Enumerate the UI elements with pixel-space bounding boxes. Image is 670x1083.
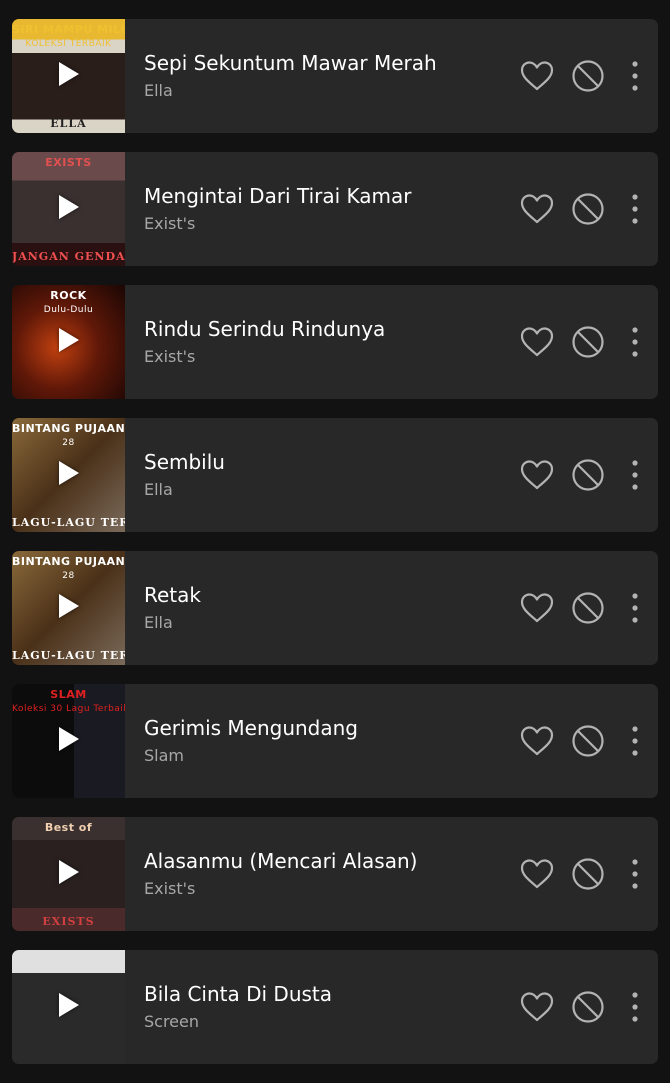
- track-actions: [508, 684, 658, 798]
- album-art-top-text: ROCK: [50, 289, 87, 302]
- play-icon[interactable]: [59, 993, 79, 1017]
- album-art[interactable]: SLAM Koleksi 30 Lagu Terbaik: [12, 684, 125, 798]
- album-art-bottom-text: EXISTS: [42, 915, 95, 928]
- track-actions: [508, 950, 658, 1064]
- track-artist[interactable]: Exist's: [144, 879, 508, 899]
- block-icon[interactable]: [569, 57, 607, 95]
- heart-icon[interactable]: [518, 722, 556, 760]
- more-vertical-icon[interactable]: [620, 57, 650, 95]
- album-art[interactable]: ROCK Dulu-Dulu: [12, 285, 125, 399]
- track-artist[interactable]: Slam: [144, 746, 508, 766]
- track-row[interactable]: SLAM Koleksi 30 Lagu Terbaik Gerimis Men…: [12, 684, 658, 798]
- play-icon[interactable]: [59, 328, 79, 352]
- track-info: Alasanmu (Mencari Alasan) Exist's: [125, 849, 508, 899]
- play-icon[interactable]: [59, 727, 79, 751]
- play-icon[interactable]: [59, 461, 79, 485]
- album-art[interactable]: [12, 950, 125, 1064]
- album-art-bottom-text: JANGAN GENDAR: [12, 250, 125, 263]
- track-info: Mengintai Dari Tirai Kamar Exist's: [125, 184, 508, 234]
- more-vertical-icon[interactable]: [620, 988, 650, 1026]
- track-artist[interactable]: Ella: [144, 613, 508, 633]
- track-title: Mengintai Dari Tirai Kamar: [144, 184, 412, 208]
- block-icon[interactable]: [569, 190, 607, 228]
- heart-icon[interactable]: [518, 57, 556, 95]
- track-row[interactable]: Bila Cinta Di Dusta Screen: [12, 950, 658, 1064]
- track-actions: [508, 19, 658, 133]
- heart-icon[interactable]: [518, 190, 556, 228]
- track-row[interactable]: Best of EXISTS Alasanmu (Mencari Alasan)…: [12, 817, 658, 931]
- album-art-top-text: Best of: [44, 821, 93, 834]
- album-art-top-text: BINTANG PUJAAN: [12, 555, 125, 568]
- heart-icon[interactable]: [518, 589, 556, 627]
- track-actions: [508, 285, 658, 399]
- album-art-sub-text: KOLEKSI TERBAIK: [25, 39, 112, 49]
- album-art-bottom-text: LAGU-LAGU TERBAIK: [12, 516, 125, 529]
- album-art-sub-text: Koleksi 30 Lagu Terbaik: [12, 704, 125, 714]
- play-icon[interactable]: [59, 195, 79, 219]
- album-art-top-text: SIRI MAMPU MILIKI: [12, 23, 125, 36]
- track-title: Alasanmu (Mencari Alasan): [144, 849, 418, 873]
- track-list: SIRI MAMPU MILIKI KOLEKSI TERBAIK ELLA S…: [12, 19, 658, 1083]
- album-art-top-text: BINTANG PUJAAN: [12, 422, 125, 435]
- track-title: Retak: [144, 583, 201, 607]
- heart-icon[interactable]: [518, 456, 556, 494]
- block-icon[interactable]: [569, 456, 607, 494]
- play-icon[interactable]: [59, 860, 79, 884]
- block-icon[interactable]: [569, 855, 607, 893]
- track-actions: [508, 817, 658, 931]
- track-title: Bila Cinta Di Dusta: [144, 982, 333, 1006]
- track-actions: [508, 152, 658, 266]
- track-title: Gerimis Mengundang: [144, 716, 359, 740]
- track-artist[interactable]: Exist's: [144, 347, 508, 367]
- track-title: Sembilu: [144, 450, 225, 474]
- play-icon[interactable]: [59, 62, 79, 86]
- track-artist[interactable]: Exist's: [144, 214, 508, 234]
- album-art-sub-text: 28: [62, 571, 75, 581]
- album-art[interactable]: Best of EXISTS: [12, 817, 125, 931]
- album-art[interactable]: EXISTS JANGAN GENDAR: [12, 152, 125, 266]
- track-actions: [508, 418, 658, 532]
- track-info: Rindu Serindu Rindunya Exist's: [125, 317, 508, 367]
- track-title: Sepi Sekuntum Mawar Merah: [144, 51, 437, 75]
- track-artist[interactable]: Ella: [144, 81, 508, 101]
- track-info: Sepi Sekuntum Mawar Merah Ella: [125, 51, 508, 101]
- track-row[interactable]: EXISTS JANGAN GENDAR Mengintai Dari Tira…: [12, 152, 658, 266]
- more-vertical-icon[interactable]: [620, 722, 650, 760]
- track-actions: [508, 551, 658, 665]
- heart-icon[interactable]: [518, 855, 556, 893]
- more-vertical-icon[interactable]: [620, 190, 650, 228]
- track-row[interactable]: SIRI MAMPU MILIKI KOLEKSI TERBAIK ELLA S…: [12, 19, 658, 133]
- album-art-sub-text: 28: [62, 438, 75, 448]
- track-row[interactable]: BINTANG PUJAAN 28 LAGU-LAGU TERBAIK Semb…: [12, 418, 658, 532]
- track-title: Rindu Serindu Rindunya: [144, 317, 386, 341]
- track-artist[interactable]: Screen: [144, 1012, 508, 1032]
- album-art[interactable]: BINTANG PUJAAN 28 LAGU-LAGU TERBAIK: [12, 418, 125, 532]
- more-vertical-icon[interactable]: [620, 323, 650, 361]
- heart-icon[interactable]: [518, 988, 556, 1026]
- album-art-top-text: EXISTS: [45, 156, 92, 169]
- play-icon[interactable]: [59, 594, 79, 618]
- more-vertical-icon[interactable]: [620, 456, 650, 494]
- album-art[interactable]: BINTANG PUJAAN 28 LAGU-LAGU TERBAIK: [12, 551, 125, 665]
- album-art-sub-text: Dulu-Dulu: [43, 305, 94, 315]
- track-info: Bila Cinta Di Dusta Screen: [125, 982, 508, 1032]
- track-row[interactable]: BINTANG PUJAAN 28 LAGU-LAGU TERBAIK Reta…: [12, 551, 658, 665]
- block-icon[interactable]: [569, 323, 607, 361]
- block-icon[interactable]: [569, 722, 607, 760]
- album-art-top-text: SLAM: [50, 688, 87, 701]
- album-art-bottom-text: ELLA: [50, 117, 87, 130]
- album-art[interactable]: SIRI MAMPU MILIKI KOLEKSI TERBAIK ELLA: [12, 19, 125, 133]
- track-row[interactable]: ROCK Dulu-Dulu Rindu Serindu Rindunya Ex…: [12, 285, 658, 399]
- block-icon[interactable]: [569, 589, 607, 627]
- track-info: Retak Ella: [125, 583, 508, 633]
- more-vertical-icon[interactable]: [620, 855, 650, 893]
- track-artist[interactable]: Ella: [144, 480, 508, 500]
- album-art-bottom-text: LAGU-LAGU TERBAIK: [12, 649, 125, 662]
- heart-icon[interactable]: [518, 323, 556, 361]
- track-info: Gerimis Mengundang Slam: [125, 716, 508, 766]
- track-info: Sembilu Ella: [125, 450, 508, 500]
- block-icon[interactable]: [569, 988, 607, 1026]
- more-vertical-icon[interactable]: [620, 589, 650, 627]
